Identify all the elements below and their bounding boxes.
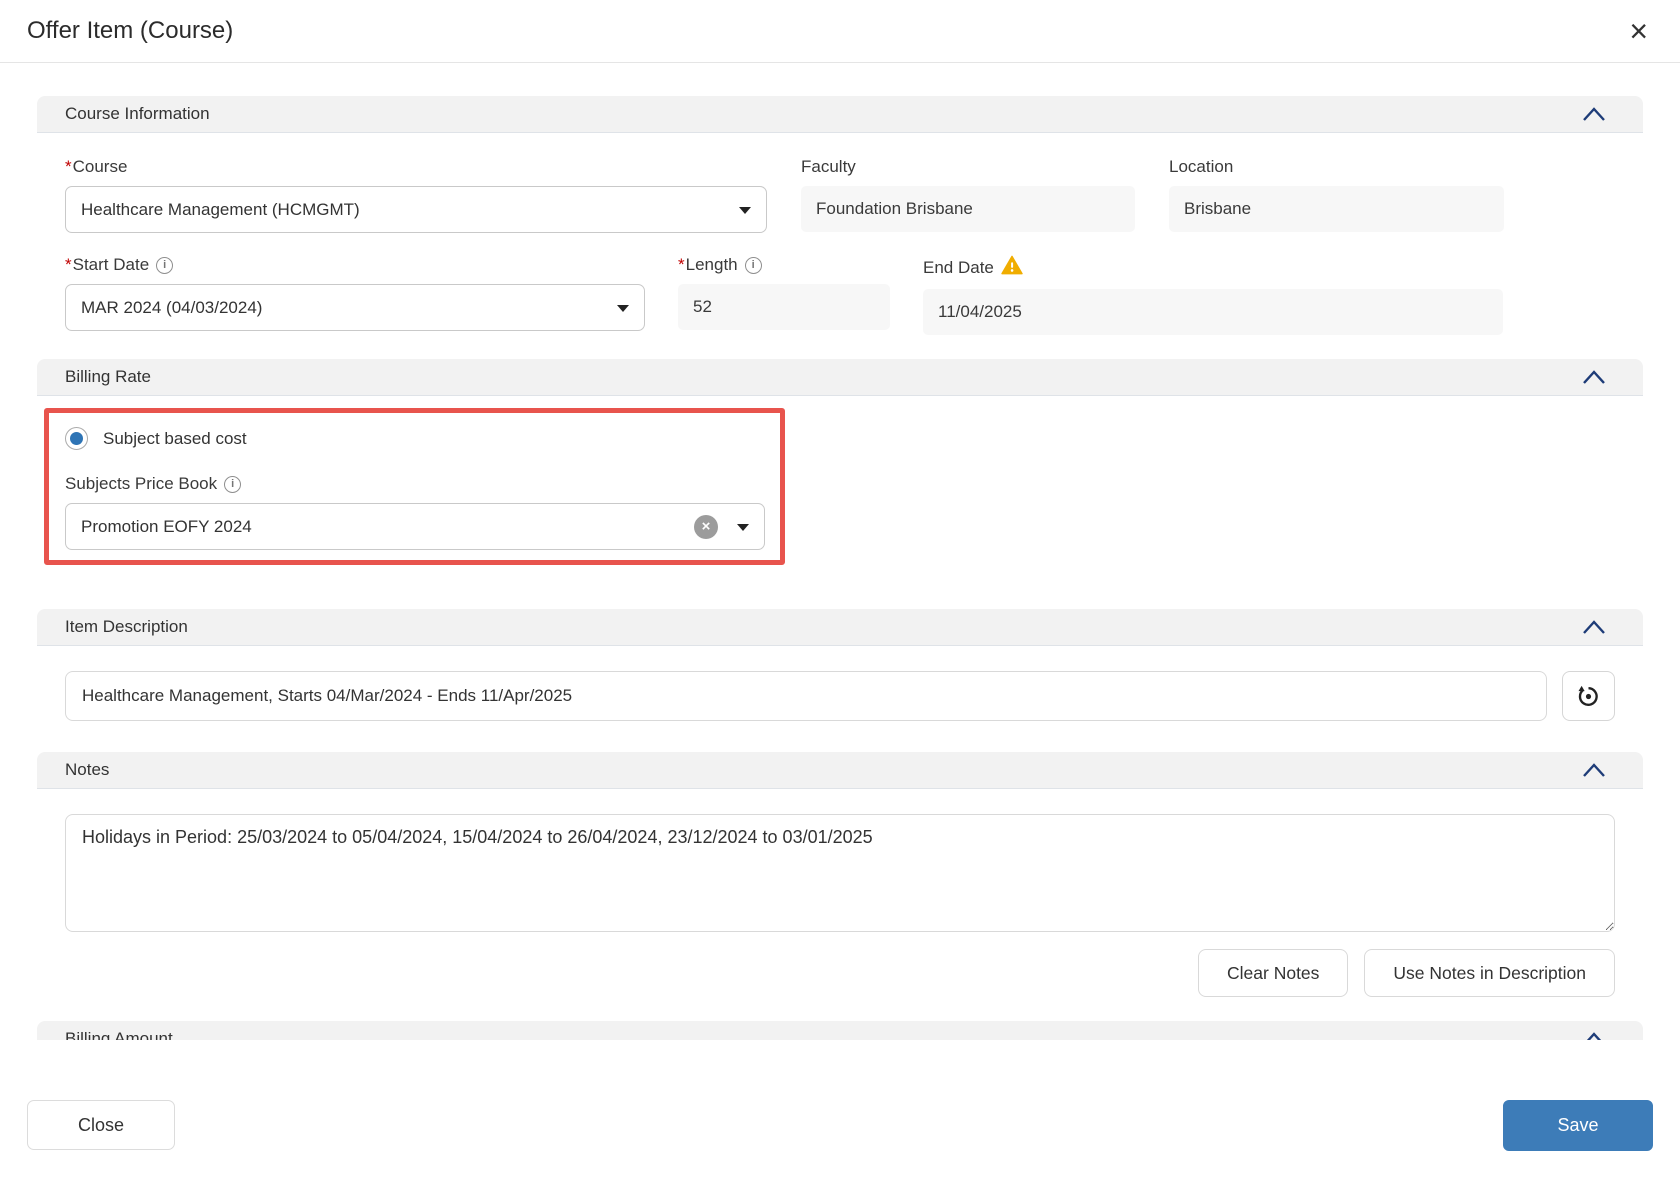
notes-textarea[interactable]: Holidays in Period: 25/03/2024 to 05/04/… <box>65 814 1615 932</box>
section-title: Billing Rate <box>65 367 151 386</box>
info-icon[interactable]: i <box>156 256 174 274</box>
section-item-description: Item Description <box>37 609 1643 721</box>
save-button[interactable]: Save <box>1503 1100 1653 1151</box>
section-course-information: Course Information *Course Healthcare Ma… <box>37 96 1643 335</box>
subjects-price-book-select[interactable]: Promotion EOFY 2024 × <box>65 503 765 550</box>
start-date-select[interactable]: MAR 2024 (04/03/2024) <box>65 284 645 331</box>
clear-selection-icon[interactable]: × <box>694 514 718 539</box>
location-label: Location <box>1169 157 1234 176</box>
subject-based-cost-radio[interactable] <box>65 427 88 450</box>
dialog-body: Course Information *Course Healthcare Ma… <box>0 63 1680 1040</box>
collapse-notes-button[interactable] <box>1579 759 1609 781</box>
billing-amount-header: Billing Amount <box>37 1021 1643 1040</box>
collapse-billing-rate-button[interactable] <box>1579 366 1609 388</box>
notes-header: Notes <box>37 752 1643 789</box>
section-billing-rate: Billing Rate Subject based cost Subjects… <box>37 359 1643 565</box>
chevron-up-icon <box>1586 1032 1602 1040</box>
course-value: Healthcare Management (HCMGMT) <box>81 199 360 219</box>
collapse-billing-amount-button[interactable] <box>1579 1028 1609 1040</box>
dropdown-caret-icon <box>737 523 749 531</box>
length-field: 52 <box>678 284 890 330</box>
dropdown-caret-icon <box>617 304 629 312</box>
billing-rate-header: Billing Rate <box>37 359 1643 396</box>
section-title: Notes <box>65 760 110 779</box>
subjects-price-book-value: Promotion EOFY 2024 <box>81 516 252 536</box>
faculty-field: Foundation Brisbane <box>801 186 1135 232</box>
faculty-label: Faculty <box>801 157 856 176</box>
warning-icon[interactable] <box>1001 255 1023 280</box>
radio-label: Subject based cost <box>103 428 247 448</box>
dialog-title: Offer Item (Course) <box>27 17 234 44</box>
section-title: Course Information <box>65 104 210 123</box>
end-date-field: 11/04/2025 <box>923 289 1503 335</box>
use-notes-in-description-button[interactable]: Use Notes in Description <box>1364 949 1615 997</box>
section-billing-amount: Billing Amount <box>37 1021 1643 1040</box>
start-date-label: *Start Date i <box>65 255 645 275</box>
length-label: *Length i <box>678 255 890 275</box>
section-title: Item Description <box>65 617 188 636</box>
course-information-header: Course Information <box>37 96 1643 133</box>
collapse-course-information-button[interactable] <box>1579 103 1609 125</box>
highlight-box: Subject based cost Subjects Price Book i… <box>44 408 785 565</box>
dialog-header: Offer Item (Course) × <box>0 0 1680 63</box>
item-description-input[interactable] <box>65 671 1547 721</box>
reset-description-icon <box>1578 685 1598 706</box>
collapse-item-description-button[interactable] <box>1579 616 1609 638</box>
close-dialog-button[interactable]: × <box>1625 15 1652 47</box>
course-select[interactable]: Healthcare Management (HCMGMT) <box>65 186 767 233</box>
chevron-up-icon <box>1583 370 1605 384</box>
chevron-up-icon <box>1583 620 1605 634</box>
section-title: Billing Amount <box>65 1029 173 1040</box>
clear-notes-button[interactable]: Clear Notes <box>1198 949 1349 997</box>
item-description-header: Item Description <box>37 609 1643 646</box>
start-date-value: MAR 2024 (04/03/2024) <box>81 297 263 317</box>
end-date-label: End Date <box>923 255 1503 280</box>
info-icon[interactable]: i <box>744 256 762 274</box>
subjects-price-book-label: Subjects Price Book i <box>65 474 760 494</box>
regenerate-description-button[interactable] <box>1562 671 1615 721</box>
subject-based-cost-option: Subject based cost <box>65 427 760 450</box>
dropdown-caret-icon <box>739 206 751 214</box>
dialog-footer: Close Save <box>0 1040 1680 1151</box>
chevron-up-icon <box>1583 763 1605 777</box>
chevron-up-icon <box>1583 107 1605 121</box>
close-icon: × <box>1629 13 1648 49</box>
close-button[interactable]: Close <box>27 1100 175 1150</box>
info-icon[interactable]: i <box>224 475 242 493</box>
section-notes: Notes Holidays in Period: 25/03/2024 to … <box>37 752 1643 997</box>
course-label: *Course <box>65 157 128 176</box>
location-field: Brisbane <box>1169 186 1504 232</box>
